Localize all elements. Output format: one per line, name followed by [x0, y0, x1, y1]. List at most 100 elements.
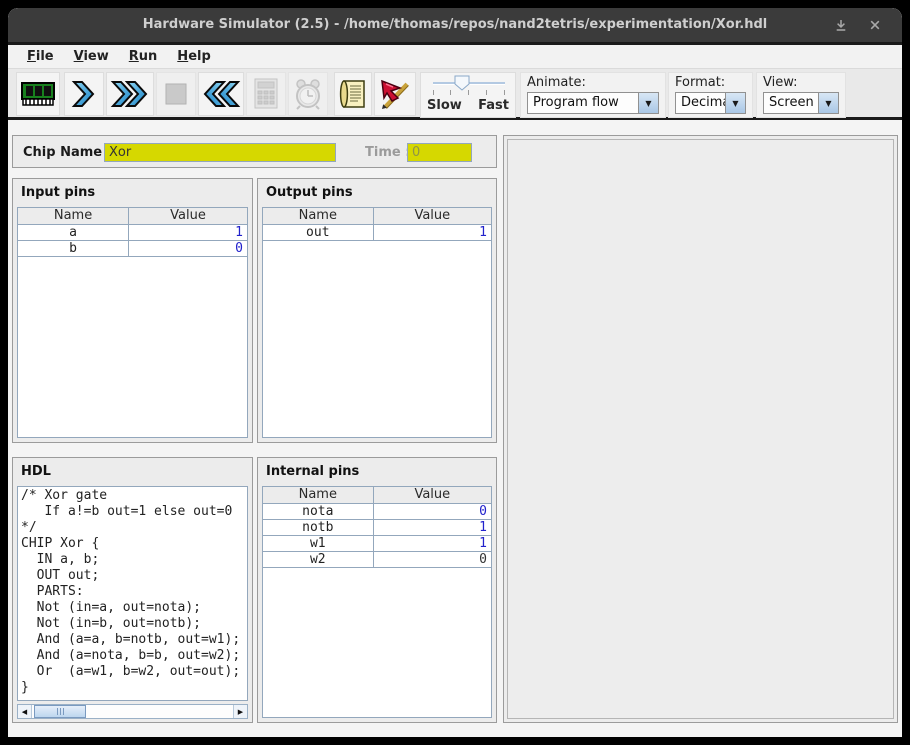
- format-select[interactable]: Decimal ▼: [675, 92, 746, 114]
- table-row: notb 1: [263, 520, 491, 536]
- table-header: Name Value: [263, 487, 491, 504]
- input-pins-table: Name Value a 1 b 0: [17, 207, 248, 438]
- breakpoints-button[interactable]: [374, 72, 416, 116]
- column-header-name: Name: [263, 208, 374, 224]
- code-line: And (a=a, b=notb, out=w1);: [21, 632, 244, 648]
- scrollbar-track: [32, 705, 233, 718]
- run-icon: [110, 79, 150, 109]
- minimize-button[interactable]: [832, 17, 850, 33]
- column-header-value: Value: [374, 208, 491, 224]
- view-value: Screen: [764, 93, 818, 113]
- scroll-right-button[interactable]: ▶: [233, 705, 247, 718]
- menu-file[interactable]: File: [24, 47, 57, 66]
- slider-fast-label: Fast: [478, 98, 509, 113]
- table-row: w2 0: [263, 552, 491, 568]
- code-line: If a!=b out=1 else out=0: [21, 504, 244, 520]
- pin-name: b: [18, 241, 129, 256]
- view-hdl-button[interactable]: [334, 72, 372, 116]
- internal-pins-title: Internal pins: [258, 458, 496, 482]
- scrollbar-thumb[interactable]: [34, 705, 86, 718]
- pin-name: w2: [263, 552, 374, 567]
- pin-value[interactable]: 1: [129, 225, 247, 240]
- view-group: View: Screen ▼: [756, 72, 846, 118]
- code-line: IN a, b;: [21, 552, 244, 568]
- scroll-left-button[interactable]: ◀: [18, 705, 32, 718]
- single-step-button[interactable]: [64, 72, 104, 116]
- pin-value: 0: [374, 504, 491, 519]
- code-line: OUT out;: [21, 568, 244, 584]
- pin-name: notb: [263, 520, 374, 535]
- chip-name-field: Xor: [104, 143, 336, 162]
- screen-view-area: [507, 139, 894, 719]
- load-chip-button[interactable]: [16, 72, 60, 116]
- code-line: PARTS:: [21, 584, 244, 600]
- table-header: Name Value: [18, 208, 247, 225]
- input-pins-panel: Input pins Name Value a 1 b 0: [12, 178, 253, 443]
- stop-button: [156, 72, 196, 116]
- hdl-code: /* Xor gate If a!=b out=1 else out=0 */ …: [17, 486, 248, 701]
- table-row: a 1: [18, 225, 247, 241]
- code-line: Or (a=w1, b=w2, out=out);: [21, 664, 244, 680]
- clock-icon: [292, 77, 324, 111]
- chip-name-label: Chip Name :: [23, 136, 112, 169]
- minimize-icon: [834, 18, 848, 32]
- run-button[interactable]: [106, 72, 154, 116]
- menu-run[interactable]: Run: [126, 47, 161, 66]
- animate-label: Animate:: [527, 74, 659, 92]
- chevron-down-icon: ▼: [725, 93, 745, 113]
- table-row: b 0: [18, 241, 247, 257]
- pin-name: nota: [263, 504, 374, 519]
- main-content: Chip Name : Xor Time : 0 Input pins Name…: [8, 123, 902, 737]
- code-line: CHIP Xor {: [21, 536, 244, 552]
- titlebar: Hardware Simulator (2.5) - /home/thomas/…: [8, 8, 902, 42]
- reset-icon: [201, 79, 241, 109]
- pin-name: a: [18, 225, 129, 240]
- pin-value: 1: [374, 225, 491, 240]
- single-step-icon: [71, 79, 97, 109]
- hdl-title: HDL: [13, 458, 252, 482]
- calculator-icon: [252, 77, 280, 111]
- column-header-value: Value: [129, 208, 247, 224]
- column-header-name: Name: [263, 487, 374, 503]
- format-group: Format: Decimal ▼: [668, 72, 753, 118]
- close-icon: [868, 18, 882, 32]
- reset-button[interactable]: [198, 72, 244, 116]
- pin-name: out: [263, 225, 374, 240]
- view-select[interactable]: Screen ▼: [763, 92, 839, 114]
- output-pins-panel: Output pins Name Value out 1: [257, 178, 497, 443]
- animate-value: Program flow: [528, 93, 638, 113]
- pin-value[interactable]: 0: [129, 241, 247, 256]
- slider-slow-label: Slow: [427, 98, 462, 113]
- clock-button: [288, 72, 328, 116]
- output-pins-title: Output pins: [258, 179, 496, 203]
- code-line: }: [21, 680, 244, 696]
- close-button[interactable]: [866, 17, 884, 33]
- speed-slider-group: Slow Fast: [420, 72, 516, 118]
- slider-thumb-icon: [454, 75, 470, 91]
- pin-value: 1: [374, 536, 491, 551]
- window-title: Hardware Simulator (2.5) - /home/thomas/…: [8, 8, 902, 42]
- column-header-name: Name: [18, 208, 129, 224]
- view-label: View:: [763, 74, 839, 92]
- format-label: Format:: [675, 74, 746, 92]
- table-row: nota 0: [263, 504, 491, 520]
- chip-icon: [20, 79, 56, 109]
- animate-select[interactable]: Program flow ▼: [527, 92, 659, 114]
- menu-help[interactable]: Help: [174, 47, 213, 66]
- menu-view[interactable]: View: [71, 47, 112, 66]
- hdl-panel: HDL /* Xor gate If a!=b out=1 else out=0…: [12, 457, 253, 723]
- hdl-horizontal-scrollbar: ◀ ▶: [17, 704, 248, 719]
- column-header-value: Value: [374, 487, 491, 503]
- format-value: Decimal: [676, 93, 725, 113]
- output-pins-table: Name Value out 1: [262, 207, 492, 438]
- pin-value: 0: [374, 552, 491, 567]
- code-line: Not (in=b, out=notb);: [21, 616, 244, 632]
- breakpoints-icon: [378, 78, 412, 110]
- chevron-down-icon: ▼: [818, 93, 838, 113]
- pin-name: w1: [263, 536, 374, 551]
- table-row: out 1: [263, 225, 491, 241]
- time-label: Time :: [365, 136, 410, 169]
- code-line: And (a=nota, b=b, out=w2);: [21, 648, 244, 664]
- eval-button: [246, 72, 286, 116]
- time-field: 0: [407, 143, 472, 162]
